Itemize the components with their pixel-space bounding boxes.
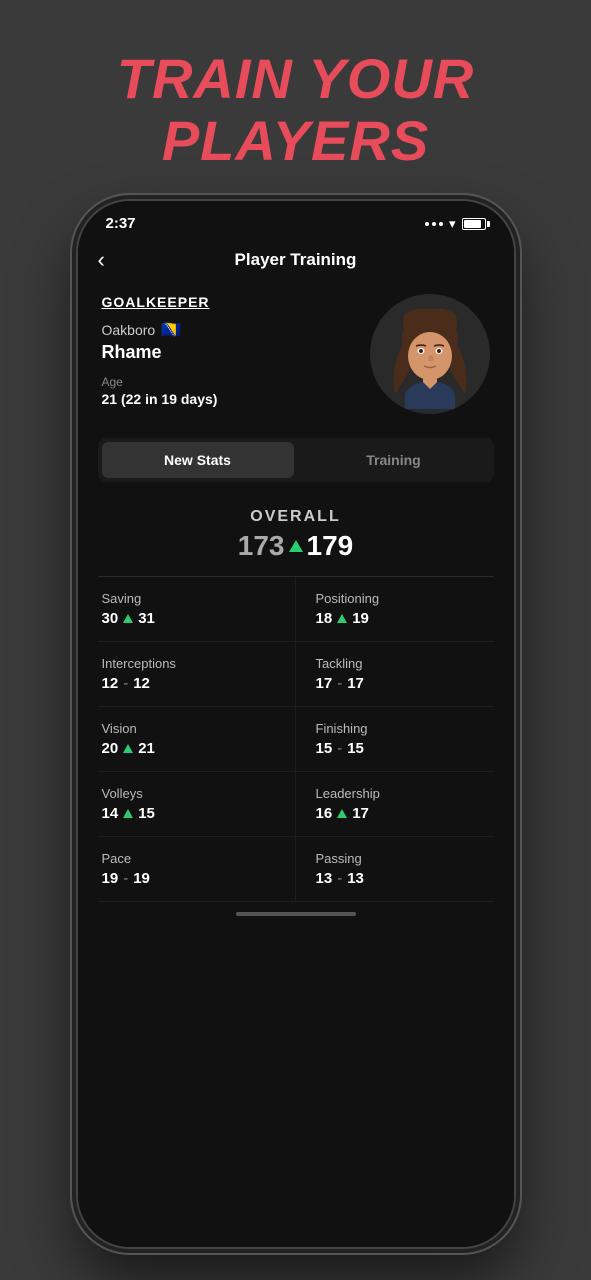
stat-name: Vision: [102, 721, 275, 736]
stat-old: 14: [102, 805, 119, 822]
stat-cell: Positioning 18 19: [296, 577, 494, 642]
stat-cell: Saving 30 31: [98, 577, 296, 642]
player-details: GOALKEEPER Oakboro 🇧🇦 Rhame Age 21 (22 i…: [102, 294, 370, 407]
new-stats-tab[interactable]: New Stats: [102, 442, 294, 478]
stat-new: 19: [352, 610, 369, 627]
flag-icon: 🇧🇦: [161, 320, 181, 340]
overall-new: 179: [307, 530, 354, 562]
club-row: Oakboro 🇧🇦: [102, 320, 370, 340]
stat-name: Interceptions: [102, 656, 275, 671]
stat-values: 18 19: [316, 610, 486, 627]
stat-cell: Passing 13 - 13: [296, 837, 494, 902]
overall-label: OVERALL: [78, 508, 514, 526]
stat-values: 30 31: [102, 610, 275, 627]
training-tab[interactable]: Training: [298, 442, 490, 478]
stat-cell: Volleys 14 15: [98, 772, 296, 837]
overall-value: 173 179: [78, 530, 514, 562]
stat-new: 15: [347, 740, 364, 757]
home-indicator: [78, 902, 514, 922]
headline-text: TRAIN YOUR PLAYERS: [117, 48, 474, 171]
stat-cell: Finishing 15 - 15: [296, 707, 494, 772]
stat-new: 17: [352, 805, 369, 822]
home-bar: [236, 912, 356, 916]
stat-old: 15: [316, 740, 333, 757]
stat-values: 12 - 12: [102, 675, 275, 692]
stat-new: 31: [138, 610, 155, 627]
stat-values: 14 15: [102, 805, 275, 822]
phone-inner: 2:37 ▾ ‹ Player Training: [78, 201, 514, 1247]
stat-values: 20 21: [102, 740, 275, 757]
notch: [226, 201, 366, 227]
status-time: 2:37: [106, 215, 136, 232]
stat-dash: -: [123, 870, 128, 887]
stat-name: Passing: [316, 851, 486, 866]
stat-new: 17: [347, 675, 364, 692]
stat-old: 16: [316, 805, 333, 822]
phone-shell: 2:37 ▾ ‹ Player Training: [76, 199, 516, 1249]
stat-old: 17: [316, 675, 333, 692]
stat-old: 30: [102, 610, 119, 627]
up-arrow-small-icon: [123, 809, 133, 818]
position-label: GOALKEEPER: [102, 294, 370, 310]
status-icons: ▾: [425, 216, 486, 232]
age-label: Age: [102, 375, 370, 389]
avatar-svg: [375, 299, 485, 409]
overall-old: 173: [238, 530, 285, 562]
stat-cell: Vision 20 21: [98, 707, 296, 772]
headline: TRAIN YOUR PLAYERS: [117, 48, 474, 171]
battery-icon: [462, 218, 486, 230]
player-name: Rhame: [102, 342, 370, 363]
stat-new: 12: [133, 675, 150, 692]
stat-name: Tackling: [316, 656, 486, 671]
nav-bar: ‹ Player Training: [78, 238, 514, 282]
tab-bar: New Stats Training: [98, 438, 494, 482]
stat-name: Finishing: [316, 721, 486, 736]
stat-values: 15 - 15: [316, 740, 486, 757]
stat-name: Leadership: [316, 786, 486, 801]
stat-dash: -: [337, 675, 342, 692]
back-button[interactable]: ‹: [98, 247, 105, 273]
club-name: Oakboro: [102, 322, 156, 338]
avatar: [370, 294, 490, 414]
battery-fill: [464, 220, 481, 228]
stat-old: 13: [316, 870, 333, 887]
stat-name: Saving: [102, 591, 275, 606]
stats-grid: Saving 30 31 Positioning 18 19 Intercept…: [78, 577, 514, 902]
stat-old: 19: [102, 870, 119, 887]
stat-cell: Leadership 16 17: [296, 772, 494, 837]
stat-new: 15: [138, 805, 155, 822]
stat-cell: Tackling 17 - 17: [296, 642, 494, 707]
stat-new: 21: [138, 740, 155, 757]
stat-old: 12: [102, 675, 119, 692]
stat-name: Positioning: [316, 591, 486, 606]
stat-old: 20: [102, 740, 119, 757]
signal-icon: [425, 222, 443, 226]
nav-title: Player Training: [235, 250, 357, 270]
player-info: GOALKEEPER Oakboro 🇧🇦 Rhame Age 21 (22 i…: [78, 282, 514, 430]
stat-values: 13 - 13: [316, 870, 486, 887]
stat-old: 18: [316, 610, 333, 627]
stat-name: Volleys: [102, 786, 275, 801]
up-arrow-small-icon: [337, 614, 347, 623]
stat-values: 19 - 19: [102, 870, 275, 887]
stat-cell: Interceptions 12 - 12: [98, 642, 296, 707]
stat-name: Pace: [102, 851, 275, 866]
stat-new: 13: [347, 870, 364, 887]
stat-cell: Pace 19 - 19: [98, 837, 296, 902]
age-value: 21 (22 in 19 days): [102, 391, 370, 407]
wifi-icon: ▾: [449, 216, 456, 232]
screen: ‹ Player Training GOALKEEPER Oakboro 🇧🇦 …: [78, 238, 514, 1247]
up-arrow-icon: [289, 540, 303, 552]
up-arrow-small-icon: [123, 614, 133, 623]
stat-dash: -: [123, 675, 128, 692]
stat-dash: -: [337, 870, 342, 887]
stat-values: 17 - 17: [316, 675, 486, 692]
stat-dash: -: [337, 740, 342, 757]
up-arrow-small-icon: [123, 744, 133, 753]
up-arrow-small-icon: [337, 809, 347, 818]
stat-values: 16 17: [316, 805, 486, 822]
overall-section: OVERALL 173 179: [78, 498, 514, 576]
stat-new: 19: [133, 870, 150, 887]
